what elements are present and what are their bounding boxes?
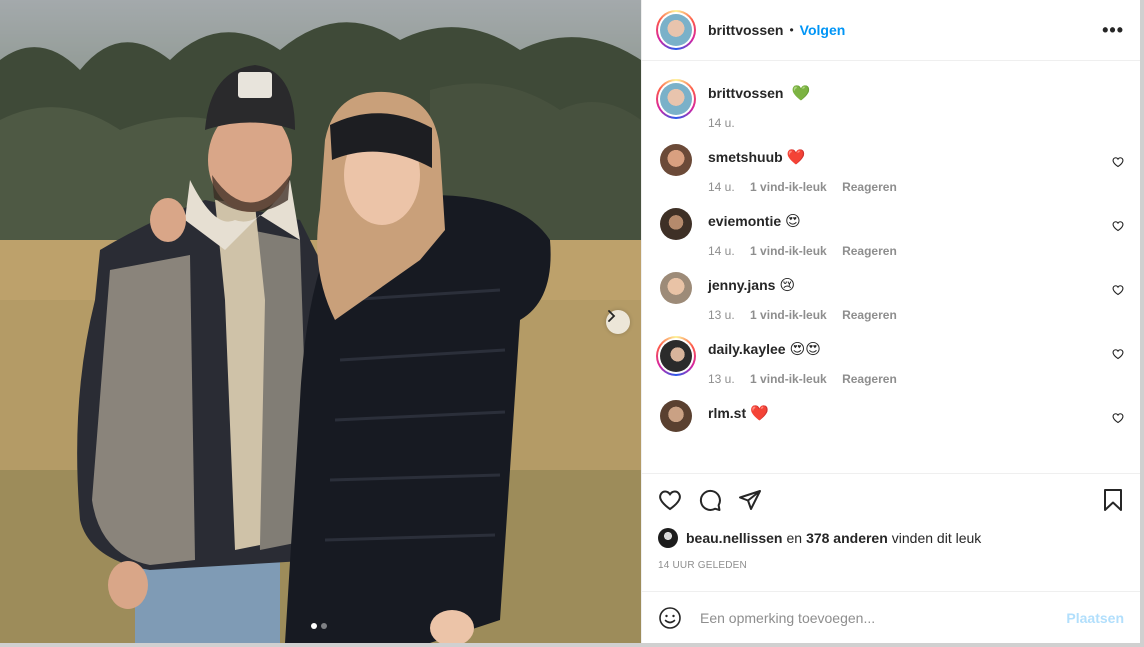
post-photo[interactable] <box>0 0 641 643</box>
reply-button[interactable]: Reageren <box>842 308 897 322</box>
comment-like-count[interactable]: 1 vind-ik-leuk <box>750 244 827 258</box>
avatar[interactable] <box>660 208 692 240</box>
photo-illustration <box>0 0 641 643</box>
post-side-panel: brittvossen • Volgen ••• brittvossen 💚 1… <box>641 0 1140 643</box>
heart-icon[interactable] <box>1112 412 1124 424</box>
comment-time[interactable]: 13 u. <box>708 372 735 386</box>
likes-summary: beau.nellissen en 378 anderen vinden dit… <box>658 528 1124 548</box>
window-bottom-edge <box>0 643 1144 647</box>
comment-username[interactable]: smetshuub <box>708 149 783 165</box>
likes-suffix: vinden dit leuk <box>891 530 982 546</box>
post-timestamp[interactable]: 14 UUR GELEDEN <box>658 560 1124 571</box>
story-ring[interactable] <box>656 10 696 50</box>
likes-others-link[interactable]: 378 anderen <box>806 530 888 546</box>
comment-item: rlm.st ❤️ <box>656 400 1124 432</box>
liker-username[interactable]: beau.nellissen <box>686 530 782 546</box>
window-scrollbar[interactable] <box>1140 0 1144 647</box>
reply-button[interactable]: Reageren <box>842 244 897 258</box>
post-caption: brittvossen 💚 14 u. <box>656 79 1124 130</box>
carousel-dot-active <box>311 623 317 629</box>
story-ring[interactable] <box>656 79 696 119</box>
avatar <box>660 83 692 115</box>
comment-text: 😢 <box>779 277 796 294</box>
caption-username[interactable]: brittvossen <box>708 85 783 101</box>
comment-text: 😍 <box>785 213 801 230</box>
heart-icon[interactable] <box>658 488 682 512</box>
comment-username[interactable]: eviemontie <box>708 213 781 229</box>
likes-connector: en <box>786 530 803 546</box>
comment-like-count[interactable]: 1 vind-ik-leuk <box>750 308 827 322</box>
comment-item: eviemontie 😍 14 u. 1 vind-ik-leuk Reagere… <box>656 208 1124 258</box>
chevron-right-icon <box>608 310 616 322</box>
reply-button[interactable]: Reageren <box>842 372 897 386</box>
caption-text: 💚 <box>791 85 811 102</box>
heart-icon[interactable] <box>1112 284 1124 296</box>
comment-text: ❤️ <box>786 149 806 166</box>
comments-list[interactable]: brittvossen 💚 14 u. smetshuub ❤️ 14 u. 1 … <box>642 61 1140 473</box>
carousel-indicator <box>311 623 327 629</box>
comment-text: 😍😍 <box>789 341 821 358</box>
comment-like-count[interactable]: 1 vind-ik-leuk <box>750 180 827 194</box>
post-comment-button[interactable]: Plaatsen <box>1066 610 1124 626</box>
comment-input[interactable] <box>698 608 1067 627</box>
share-icon[interactable] <box>738 488 762 512</box>
heart-icon[interactable] <box>1112 220 1124 232</box>
avatar[interactable] <box>660 400 692 432</box>
more-options-button[interactable]: ••• <box>1102 20 1124 41</box>
post-actions: beau.nellissen en 378 anderen vinden dit… <box>642 473 1140 591</box>
comment-text: ❤️ <box>750 405 769 422</box>
comment-time[interactable]: 14 u. <box>708 180 735 194</box>
comment-item: jenny.jans 😢 13 u. 1 vind-ik-leuk Reagere… <box>656 272 1124 322</box>
comment-item: daily.kaylee 😍😍 13 u. 1 vind-ik-leuk Reag… <box>656 336 1124 386</box>
bookmark-icon[interactable] <box>1102 488 1124 512</box>
post-header: brittvossen • Volgen ••• <box>642 0 1140 61</box>
comment-like-count[interactable]: 1 vind-ik-leuk <box>750 372 827 386</box>
caption-time[interactable]: 14 u. <box>708 116 735 130</box>
more-icon: ••• <box>1102 19 1124 40</box>
comment-time[interactable]: 14 u. <box>708 244 735 258</box>
avatar[interactable] <box>660 144 692 176</box>
add-comment-bar: Plaatsen <box>642 591 1140 643</box>
comment-username[interactable]: rlm.st <box>708 405 746 421</box>
comment-username[interactable]: daily.kaylee <box>708 341 786 357</box>
reply-button[interactable]: Reageren <box>842 180 897 194</box>
heart-icon[interactable] <box>1112 156 1124 168</box>
avatar <box>660 14 692 46</box>
follow-button[interactable]: Volgen <box>800 22 846 38</box>
post-author-username[interactable]: brittvossen <box>708 22 783 38</box>
avatar <box>660 340 692 372</box>
carousel-dot <box>321 623 327 629</box>
comment-icon[interactable] <box>698 488 722 512</box>
heart-icon[interactable] <box>1112 348 1124 360</box>
emoji-icon[interactable] <box>658 606 682 630</box>
story-ring[interactable] <box>656 336 696 376</box>
comment-time[interactable]: 13 u. <box>708 308 735 322</box>
avatar[interactable] <box>658 528 678 548</box>
comment-username[interactable]: jenny.jans <box>708 277 775 293</box>
comment-item: smetshuub ❤️ 14 u. 1 vind-ik-leuk Reagere… <box>656 144 1124 194</box>
avatar[interactable] <box>660 272 692 304</box>
next-image-button[interactable] <box>606 310 630 334</box>
separator-bullet: • <box>789 23 794 37</box>
